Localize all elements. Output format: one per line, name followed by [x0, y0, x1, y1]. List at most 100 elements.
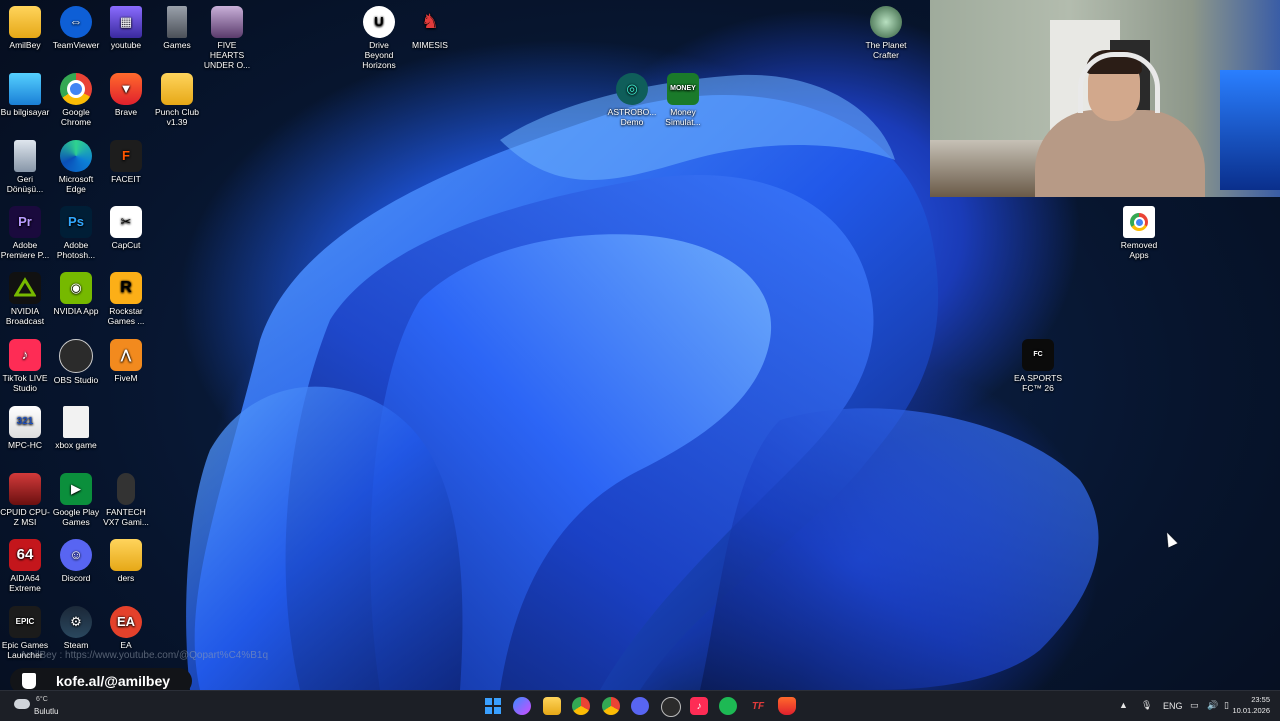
volume-icon[interactable]: 🔊	[1207, 700, 1218, 711]
desktop-icon-ea[interactable]: EA EA	[101, 606, 151, 650]
ea-fc-icon: FC	[1022, 339, 1054, 371]
desktop-background: AmilBey Bu bilgisayar Geri Dönüşü... Pr …	[0, 0, 1280, 690]
desktop-icon-mpc-hc[interactable]: 321 MPC-HC	[0, 406, 50, 450]
taskbar-file-explorer-icon[interactable]	[543, 697, 561, 715]
desktop-icon-label: CPUID CPU-Z MSI	[0, 507, 50, 527]
desktop-icon-label: ASTROBO... Demo	[607, 107, 657, 127]
taskbar-spotify-icon[interactable]	[719, 697, 737, 715]
desktop-icon-label: OBS Studio	[53, 375, 99, 385]
weather-condition: Bulutlu	[34, 707, 59, 716]
webcam-monitor-glow	[1220, 70, 1280, 190]
weather-temperature: 6°C	[36, 696, 48, 703]
chrome-icon	[1123, 206, 1155, 238]
file-icon	[63, 406, 89, 438]
desktop-icon-mimesis[interactable]: ♞ MIMESIS	[405, 6, 455, 50]
desktop-icon-recycle-bin[interactable]: Geri Dönüşü...	[0, 140, 50, 194]
clock[interactable]: 23:55 10.01.2026	[1224, 694, 1270, 716]
game-cover-icon	[211, 6, 243, 38]
taskbar-obs-icon[interactable]	[661, 697, 681, 717]
google-play-games-icon: ▶	[60, 473, 92, 505]
desktop-icon-five-hearts[interactable]: FIVE HEARTS UNDER O...	[202, 6, 252, 70]
taskbar-tf-icon[interactable]: TF	[749, 697, 767, 715]
chevron-up-icon[interactable]: ▲	[1119, 700, 1128, 710]
premiere-icon: Pr	[9, 206, 41, 238]
start-button[interactable]	[484, 697, 502, 715]
folder-icon	[110, 539, 142, 571]
kofe-link-text: kofe.al/@amilbey	[56, 673, 171, 689]
webcam-overlay	[930, 0, 1280, 197]
desktop-icon-label: Microsoft Edge	[58, 174, 94, 194]
taskbar-brave-icon[interactable]	[778, 697, 796, 715]
person-body	[1035, 110, 1205, 197]
language-indicator[interactable]: ENG	[1163, 701, 1183, 711]
taskbar-tiktok-icon[interactable]: ♪	[690, 697, 708, 715]
desktop-icon-label: Brave	[114, 107, 138, 117]
desktop-icon-discord[interactable]: ☺ Discord	[51, 539, 101, 583]
desktop-icon-money-sim[interactable]: MONEY Money Simulat...	[658, 73, 708, 127]
taskbar-copilot-icon[interactable]	[513, 697, 531, 715]
desktop-icon-drive-beyond[interactable]: U Drive Beyond Horizons	[354, 6, 404, 70]
desktop-icon-steam[interactable]: ⚙ Steam	[51, 606, 101, 650]
desktop-icon-rockstar[interactable]: R Rockstar Games ...	[101, 272, 151, 326]
desktop-icon-nvidia-app[interactable]: ◉ NVIDIA App	[51, 272, 101, 316]
desktop-icon-astrobot[interactable]: ◎ ASTROBO... Demo	[607, 73, 657, 127]
mouse-cursor-icon	[1162, 530, 1178, 548]
desktop-icon-brave[interactable]: ▼ Brave	[101, 73, 151, 117]
cpuid-icon	[9, 473, 41, 505]
desktop-icon-label: Games	[163, 40, 191, 50]
desktop-icon-label: youtube	[110, 40, 142, 50]
desktop-icon-label: TikTok LIVE Studio	[2, 373, 48, 393]
desktop-icon-cpuid[interactable]: CPUID CPU-Z MSI	[0, 473, 50, 527]
desktop-icon-label: ders	[117, 573, 135, 583]
taskbar-discord-icon[interactable]	[631, 697, 649, 715]
desktop-icon-fantech[interactable]: FANTECH VX7 Gami...	[101, 473, 151, 527]
desktop-icon-label: EA	[120, 640, 132, 650]
desktop-icon-premiere[interactable]: Pr Adobe Premiere P...	[0, 206, 50, 260]
unreal-engine-icon: U	[363, 6, 395, 38]
desktop-icon-nvidia-broadcast[interactable]: NVIDIA Broadcast	[0, 272, 50, 326]
desktop-icon-games[interactable]: Games	[152, 6, 202, 50]
desktop-icon-fivem[interactable]: ⋀ FiveM	[101, 339, 151, 383]
desktop-icon-faceit[interactable]: F FACEIT	[101, 140, 151, 184]
weather-widget[interactable]: 6°C Bulutlu	[14, 693, 74, 719]
desktop-icon-obs[interactable]: OBS Studio	[51, 339, 101, 385]
recycle-bin-icon	[14, 140, 36, 172]
desktop-icon-label: Drive Beyond Horizons	[362, 40, 396, 70]
desktop-icon-planet-crafter[interactable]: The Planet Crafter	[861, 6, 911, 60]
desktop-icon-bu-bilgisayar[interactable]: Bu bilgisayar	[0, 73, 50, 117]
desktop-icon-google-play-games[interactable]: ▶ Google Play Games	[51, 473, 101, 527]
edge-icon	[60, 140, 92, 172]
desktop-icon-label: Google Play Games	[52, 507, 100, 527]
desktop-icon-xbox-game[interactable]: xbox game	[51, 406, 101, 450]
desktop-icon-ders[interactable]: ders	[101, 539, 151, 583]
desktop-icon-label: FIVE HEARTS UNDER O...	[203, 40, 251, 70]
desktop-icon-tiktok-live[interactable]: ♪ TikTok LIVE Studio	[0, 339, 50, 393]
taskbar-chrome-2-icon[interactable]	[602, 697, 620, 715]
channel-url-overlay: AmilBey : https://www.youtube.com/@Qopar…	[20, 650, 269, 661]
desktop-icon-youtube[interactable]: ▦ youtube	[101, 6, 151, 50]
taskbar-chrome-icon[interactable]	[572, 697, 590, 715]
desktop-icon-ea-fc[interactable]: FC EA SPORTS FC™ 26	[1013, 339, 1063, 393]
mimesis-icon: ♞	[421, 11, 439, 33]
network-icon[interactable]: ▭	[1190, 700, 1199, 711]
desktop-icon-label: Adobe Photosh...	[56, 240, 96, 260]
desktop-icon-edge[interactable]: Microsoft Edge	[51, 140, 101, 194]
desktop-icon-punch-club[interactable]: Punch Club v1.39	[152, 73, 202, 127]
epic-games-icon: EPIC	[9, 606, 41, 638]
desktop-icon-removed-apps[interactable]: Removed Apps	[1114, 206, 1164, 260]
folder-icon	[161, 73, 193, 105]
desktop-icon-photoshop[interactable]: Ps Adobe Photosh...	[51, 206, 101, 260]
desktop-icon-capcut[interactable]: ✂ CapCut	[101, 206, 151, 250]
desktop-icon-label: NVIDIA Broadcast	[5, 306, 45, 326]
desktop-icon-label: xbox game	[55, 440, 97, 450]
microphone-icon[interactable]: 🎙	[1141, 700, 1152, 711]
rockstar-icon: R	[110, 272, 142, 304]
desktop-icon-amilbey[interactable]: AmilBey	[0, 6, 50, 50]
pc-tower-icon	[167, 6, 187, 38]
cloud-icon	[14, 699, 30, 709]
mouse-icon	[117, 473, 135, 505]
desktop-icon-label: Steam	[63, 640, 89, 650]
desktop-icon-aida64[interactable]: 64 AIDA64 Extreme	[0, 539, 50, 593]
desktop-icon-chrome[interactable]: Google Chrome	[51, 73, 101, 127]
desktop-icon-teamviewer[interactable]: ⇔ TeamViewer	[51, 6, 101, 50]
